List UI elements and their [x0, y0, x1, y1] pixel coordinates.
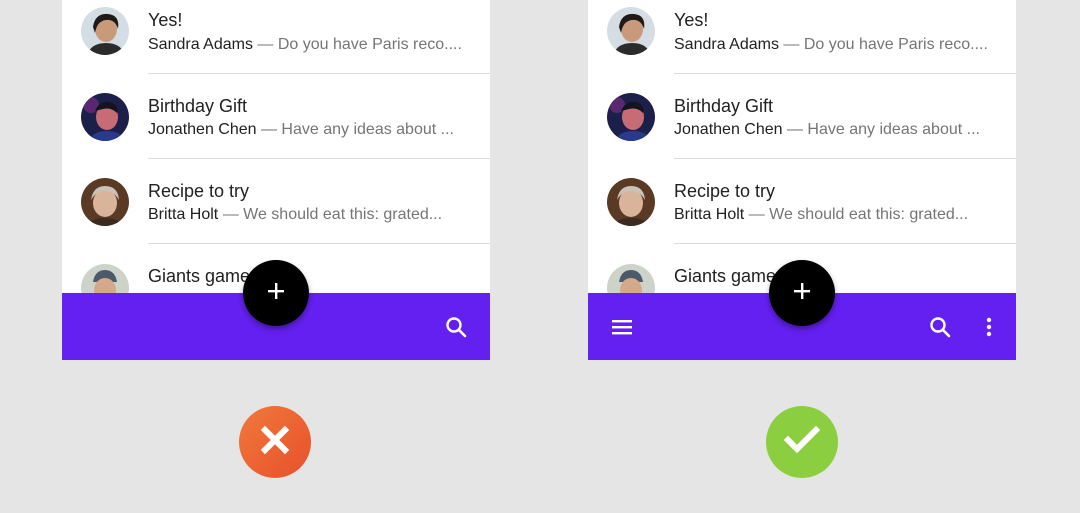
- add-icon: [267, 282, 285, 305]
- message-subject: Recipe to try: [674, 181, 776, 201]
- avatar: [607, 93, 655, 141]
- message-snippet: Jonathen Chen — Have any ideas about ...: [148, 121, 488, 139]
- message-snippet: Britta Holt — We should eat this: grated…: [148, 206, 488, 224]
- search-icon[interactable]: [922, 309, 958, 345]
- message-subject: Recipe to try: [148, 181, 250, 201]
- incorrect-indicator: [239, 406, 311, 478]
- list-item[interactable]: Birthday Gift Jonathen Chen — Have any i…: [62, 74, 490, 160]
- list-item[interactable]: Yes! Sandra Adams — Do you have Paris re…: [62, 0, 490, 74]
- message-sender: Jonathen Chen: [674, 121, 783, 138]
- message-sender: Sandra Adams: [148, 36, 253, 53]
- message-subject: Yes!: [148, 10, 183, 30]
- avatar: [81, 7, 129, 55]
- correct-indicator: [766, 406, 838, 478]
- avatar: [607, 7, 655, 55]
- search-icon[interactable]: [438, 309, 474, 345]
- message-preview: — Do you have Paris reco....: [778, 36, 988, 53]
- message-subject: Yes!: [674, 10, 709, 30]
- message-snippet: Britta Holt — We should eat this: grated…: [674, 206, 1014, 224]
- message-subject: Birthday Gift: [148, 96, 248, 116]
- add-fab-button[interactable]: [769, 260, 835, 326]
- menu-icon[interactable]: [604, 309, 640, 345]
- message-snippet: Sandra Adams — Do you have Paris reco...…: [148, 36, 488, 54]
- list-item[interactable]: Yes! Sandra Adams — Do you have Paris re…: [588, 0, 1016, 74]
- message-preview: — We should eat this: grated...: [744, 206, 969, 223]
- message-sender: Jonathen Chen: [148, 121, 257, 138]
- close-icon: [260, 425, 290, 460]
- incorrect-example-screen: Yes! Sandra Adams — Do you have Paris re…: [62, 0, 490, 360]
- add-fab-button[interactable]: [243, 260, 309, 326]
- message-subject: Birthday Gift: [674, 96, 774, 116]
- message-preview: — We should eat this: grated...: [218, 206, 443, 223]
- message-sender: Sandra Adams: [674, 36, 779, 53]
- correct-example-screen: Yes! Sandra Adams — Do you have Paris re…: [588, 0, 1016, 360]
- message-preview: — Have any ideas about ...: [782, 121, 980, 138]
- message-subject: Giants game: [148, 266, 251, 286]
- message-preview: — Do you have Paris reco....: [252, 36, 462, 53]
- message-snippet: Jonathen Chen — Have any ideas about ...: [674, 121, 1014, 139]
- avatar: [81, 178, 129, 226]
- add-icon: [793, 282, 811, 305]
- check-icon: [783, 425, 821, 460]
- message-preview: — Have any ideas about ...: [256, 121, 454, 138]
- avatar: [81, 93, 129, 141]
- list-item[interactable]: Recipe to try Britta Holt — We should ea…: [588, 159, 1016, 245]
- message-sender: Britta Holt: [674, 206, 745, 223]
- list-item[interactable]: Birthday Gift Jonathen Chen — Have any i…: [588, 74, 1016, 160]
- message-snippet: Sandra Adams — Do you have Paris reco...…: [674, 36, 1014, 54]
- avatar: [607, 178, 655, 226]
- message-sender: Britta Holt: [148, 206, 219, 223]
- more-vert-icon[interactable]: [971, 309, 1007, 345]
- list-item[interactable]: Recipe to try Britta Holt — We should ea…: [62, 159, 490, 245]
- message-subject: Giants game: [674, 266, 777, 286]
